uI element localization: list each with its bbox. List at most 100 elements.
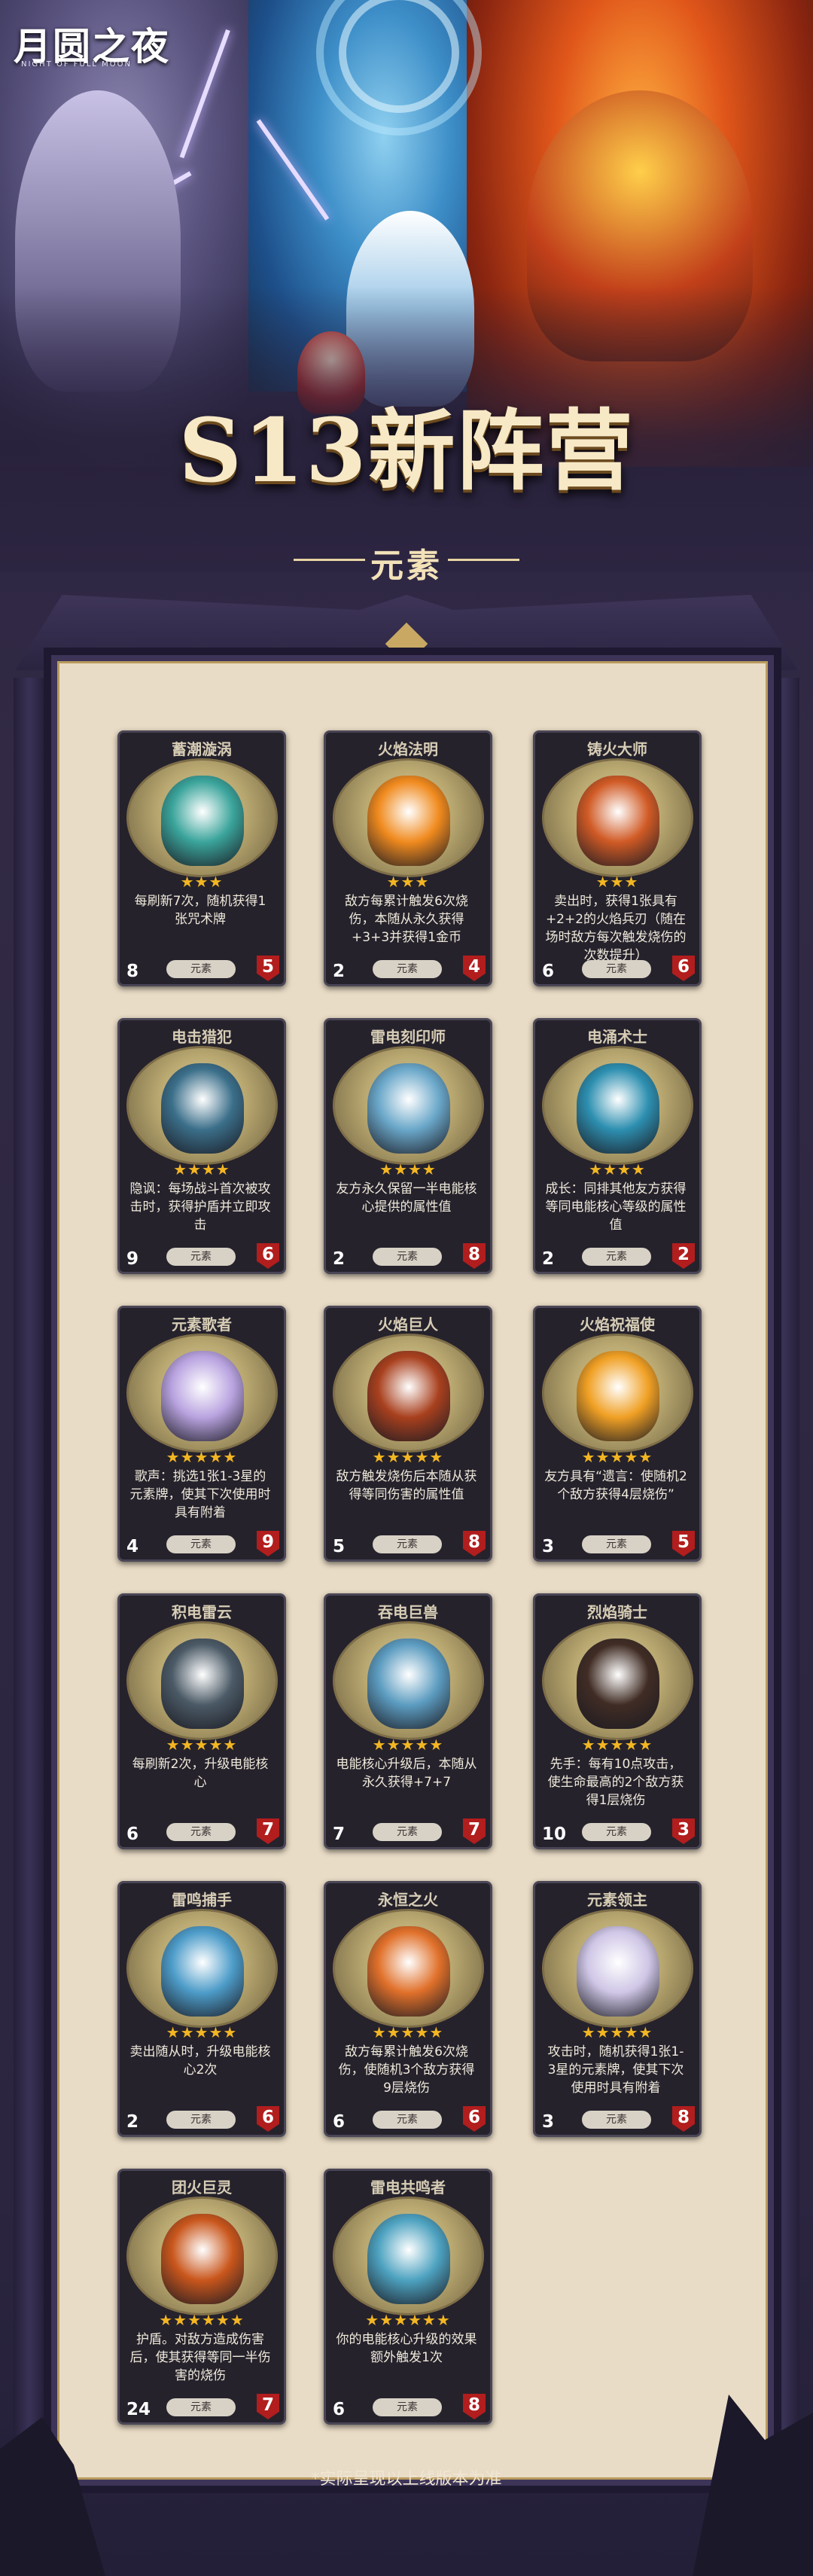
minion-card[interactable]: 雷鸣捕手 ★★★★★ 卖出随从时，升级电能核心2次 2 6 元素 [117, 1881, 286, 2137]
card-faction-tag: 元素 [166, 1823, 236, 1841]
card-description: 敌方触发烧伤后本随从获得等同伤害的属性值 [336, 1469, 477, 1502]
card-art [333, 758, 484, 877]
card-attack: 6 [542, 962, 555, 981]
minion-card[interactable]: 吞电巨兽 ★★★★★ 电能核心升级后，本随从永久获得+7+7 7 7 元素 [324, 1593, 492, 1849]
card-star-rating: ★★★★★★ [365, 2311, 451, 2329]
card-description: 敌方每累计触发6次烧伤，本随从永久获得+3+3并获得1金币 [345, 894, 468, 945]
card-health: 5 [672, 1531, 695, 1556]
hero-banner: 月圆之夜 NIGHT OF FULL MOON S13新阵营 [0, 0, 813, 572]
card-attack: 8 [126, 962, 139, 981]
card-faction-tag: 元素 [373, 1248, 442, 1266]
card-name: 电涌术士 [587, 1028, 647, 1046]
card-star-rating: ★★★★ [589, 1160, 646, 1178]
card-star-rating: ★★★★ [173, 1160, 230, 1178]
card-name: 吞电巨兽 [378, 1603, 438, 1621]
card-art-figure [367, 1639, 450, 1729]
page-title: S13新阵营 [178, 400, 635, 502]
card-health: 8 [463, 1531, 486, 1556]
card-description: 每刷新7次，随机获得1张咒术牌 [134, 894, 266, 927]
card-attack: 3 [542, 2112, 555, 2132]
card-description: 卖出随从时，升级电能核心2次 [129, 2044, 271, 2078]
card-art [333, 1909, 484, 2028]
card-star-rating: ★★★★★ [166, 2023, 238, 2041]
card-health: 6 [672, 956, 695, 981]
card-name: 积电雷云 [172, 1603, 232, 1621]
card-art [333, 1046, 484, 1165]
faction-subtitle: 元素 [370, 547, 443, 585]
card-art [333, 1334, 484, 1453]
card-art-figure [160, 1639, 244, 1729]
card-attack: 3 [542, 1537, 555, 1556]
card-attack: 2 [126, 2112, 139, 2132]
card-star-rating: ★★★★★ [166, 1448, 238, 1466]
card-art-figure [367, 1063, 450, 1154]
minion-card[interactable]: 雷电刻印师 ★★★★ 友方永久保留一半电能核心提供的属性值 2 8 元素 [324, 1018, 492, 1274]
card-star-rating: ★★★★★ [581, 2023, 653, 2041]
card-art-figure [160, 2214, 244, 2304]
minion-card[interactable]: 烈焰骑士 ★★★★★ 先手：每有10点攻击，使生命最高的2个敌方获得1层烧伤 10 3 元… [533, 1593, 702, 1849]
card-art [542, 1621, 693, 1740]
minion-card[interactable]: 火焰法明 ★★★ 敌方每累计触发6次烧伤，本随从永久获得+3+3并获得1金币 2 4 元素 [324, 730, 492, 986]
card-name: 雷电刻印师 [370, 1028, 446, 1046]
minion-card[interactable]: 蓄潮漩涡 ★★★ 每刷新7次，随机获得1张咒术牌 8 5 元素 [117, 730, 286, 986]
card-attack: 6 [333, 2112, 346, 2132]
card-health: 7 [463, 1818, 486, 1844]
card-health: 7 [257, 1818, 279, 1844]
card-art [126, 758, 278, 877]
card-star-rating: ★★★★★★ [159, 2311, 245, 2329]
card-art-figure [367, 2214, 450, 2304]
card-faction-tag: 元素 [373, 2398, 442, 2416]
card-art [542, 1046, 693, 1165]
card-description: 成长：同排其他友方获得等同电能核心等级的属性值 [545, 1181, 687, 1233]
minion-card[interactable]: 团火巨灵 ★★★★★★ 护盾。对敌方造成伤害后，使其获得等同一半伤害的烧伤 24 7 元素 [117, 2169, 286, 2425]
card-health: 6 [257, 2106, 279, 2132]
card-star-rating: ★★★★★ [372, 1736, 444, 1754]
card-health: 8 [463, 2394, 486, 2419]
card-art [333, 1621, 484, 1740]
card-attack: 6 [333, 2400, 346, 2419]
minion-card[interactable]: 雷电共鸣者 ★★★★★★ 你的电能核心升级的效果额外触发1次 6 8 元素 [324, 2169, 492, 2425]
card-faction-tag: 元素 [373, 960, 442, 978]
card-star-rating: ★★★★★ [372, 2023, 444, 2041]
game-logo-subtitle: NIGHT OF FULL MOON [21, 60, 132, 69]
card-attack: 6 [126, 1825, 139, 1844]
card-faction-tag: 元素 [582, 960, 651, 978]
card-attack: 2 [542, 1249, 555, 1269]
minion-card[interactable]: 元素歌者 ★★★★★ 歌声：挑选1张1-3星的元素牌，使其下次使用时具有附着 4 9 元素 [117, 1306, 286, 1562]
card-faction-tag: 元素 [373, 1823, 442, 1841]
card-art [542, 1909, 693, 2028]
card-art-figure [160, 1351, 244, 1441]
card-art-figure [160, 1926, 244, 2017]
minion-card[interactable]: 火焰祝福使 ★★★★★ 友方具有“遗言：使随机2个敌方获得4层烧伤” 3 5 元素 [533, 1306, 702, 1562]
card-name: 雷电共鸣者 [370, 2178, 446, 2196]
card-description: 歌声：挑选1张1-3星的元素牌，使其下次使用时具有附着 [129, 1469, 271, 1520]
minion-card[interactable]: 电涌术士 ★★★★ 成长：同排其他友方获得等同电能核心等级的属性值 2 2 元素 [533, 1018, 702, 1274]
card-art-figure [576, 1063, 659, 1154]
minion-card[interactable]: 永恒之火 ★★★★★ 敌方每累计触发6次烧伤，使随机3个敌方获得9层烧伤 6 6 元素 [324, 1881, 492, 2137]
card-faction-tag: 元素 [166, 1535, 236, 1553]
card-art-figure [576, 1351, 659, 1441]
minion-card[interactable]: 积电雷云 ★★★★★ 每刷新2次，升级电能核心 6 7 元素 [117, 1593, 286, 1849]
card-description: 电能核心升级后，本随从永久获得+7+7 [336, 1757, 477, 1790]
minion-card[interactable]: 元素领主 ★★★★★ 攻击时，随机获得1张1-3星的元素牌，使其下次使用时具有附着 3… [533, 1881, 702, 2137]
card-star-rating: ★★★★ [379, 1160, 437, 1178]
card-faction-tag: 元素 [582, 1823, 651, 1841]
minion-card[interactable]: 火焰巨人 ★★★★★ 敌方触发烧伤后本随从获得等同伤害的属性值 5 8 元素 [324, 1306, 492, 1562]
card-star-rating: ★★★★★ [581, 1448, 653, 1466]
card-attack: 10 [542, 1825, 567, 1844]
card-description: 隐讽：每场战斗首次被攻击时，获得护盾并立即攻击 [129, 1181, 271, 1233]
card-name: 团火巨灵 [172, 2178, 232, 2196]
subtitle-line-right [448, 559, 519, 561]
card-faction-tag: 元素 [166, 1248, 236, 1266]
card-art [126, 1046, 278, 1165]
minion-card[interactable]: 铸火大师 ★★★ 卖出时，获得1张具有+2+2的火焰兵刃（随在场时敌方每次触发烧伤的… [533, 730, 702, 986]
card-health: 7 [257, 2394, 279, 2419]
minion-card[interactable]: 电击猎犯 ★★★★ 隐讽：每场战斗首次被攻击时，获得护盾并立即攻击 9 6 元素 [117, 1018, 286, 1274]
card-faction-tag: 元素 [582, 1248, 651, 1266]
card-attack: 2 [333, 962, 346, 981]
card-name: 雷鸣捕手 [172, 1891, 232, 1909]
card-description: 你的电能核心升级的效果额外触发1次 [336, 2332, 477, 2365]
card-health: 9 [257, 1531, 279, 1556]
card-description: 卖出时，获得1张具有+2+2的火焰兵刃（随在场时敌方每次触发烧伤的次数提升） [545, 894, 687, 963]
card-art [126, 1621, 278, 1740]
